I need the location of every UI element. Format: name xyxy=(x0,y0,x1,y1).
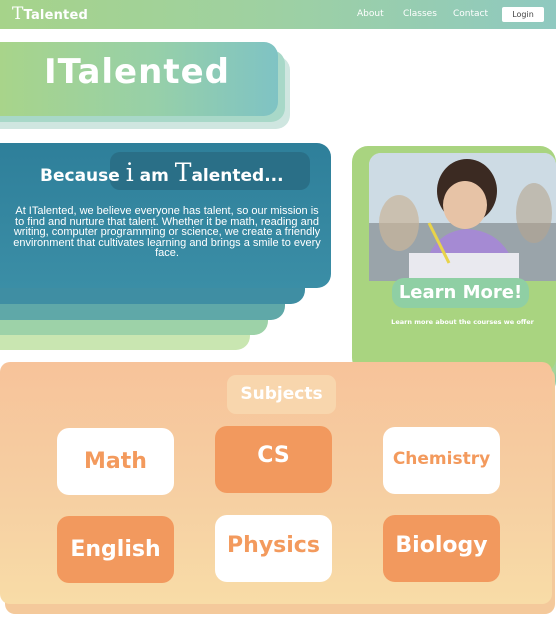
logo-text: Talented xyxy=(23,8,88,23)
subject-label: Math xyxy=(84,449,147,474)
nav-link-about[interactable]: About xyxy=(357,9,384,19)
subject-label: Physics xyxy=(227,533,320,558)
subject-tile-chemistry[interactable]: Chemistry xyxy=(383,427,500,494)
navbar: TTalented About Classes Contact Login xyxy=(0,0,556,29)
heading-i: i xyxy=(125,158,134,187)
heading-because: Because xyxy=(40,166,120,186)
heading-am: am xyxy=(139,166,169,186)
subject-tile-biology[interactable]: Biology xyxy=(383,515,500,582)
learn-more-subtitle: Learn more about the courses we offer xyxy=(391,318,534,326)
heading-t: T xyxy=(174,158,192,187)
about-heading: Because i am Talented... xyxy=(40,158,284,187)
nav-link-classes[interactable]: Classes xyxy=(403,9,437,19)
subject-label: CS xyxy=(257,443,290,468)
subject-tile-math[interactable]: Math xyxy=(57,428,174,495)
about-description: At ITalented, we believe everyone has ta… xyxy=(13,205,321,259)
hero-title: ITalented xyxy=(44,52,230,92)
student-illustration xyxy=(369,153,556,281)
subject-label: Biology xyxy=(395,533,488,558)
logo-initial: T xyxy=(12,4,24,24)
login-button[interactable]: Login xyxy=(502,7,544,22)
subjects-title: Subjects xyxy=(240,384,323,404)
site-logo[interactable]: TTalented xyxy=(12,4,88,24)
learn-more-button[interactable]: Learn More! xyxy=(392,278,529,308)
student-photo xyxy=(369,153,556,281)
subject-tile-cs[interactable]: CS xyxy=(215,426,332,493)
nav-link-contact[interactable]: Contact xyxy=(453,9,488,19)
subject-label: Chemistry xyxy=(392,449,491,469)
subject-label: English xyxy=(70,537,161,562)
subject-tile-physics[interactable]: Physics xyxy=(215,515,332,582)
subject-tile-english[interactable]: English xyxy=(57,516,174,583)
heading-rest: alented... xyxy=(191,166,284,186)
